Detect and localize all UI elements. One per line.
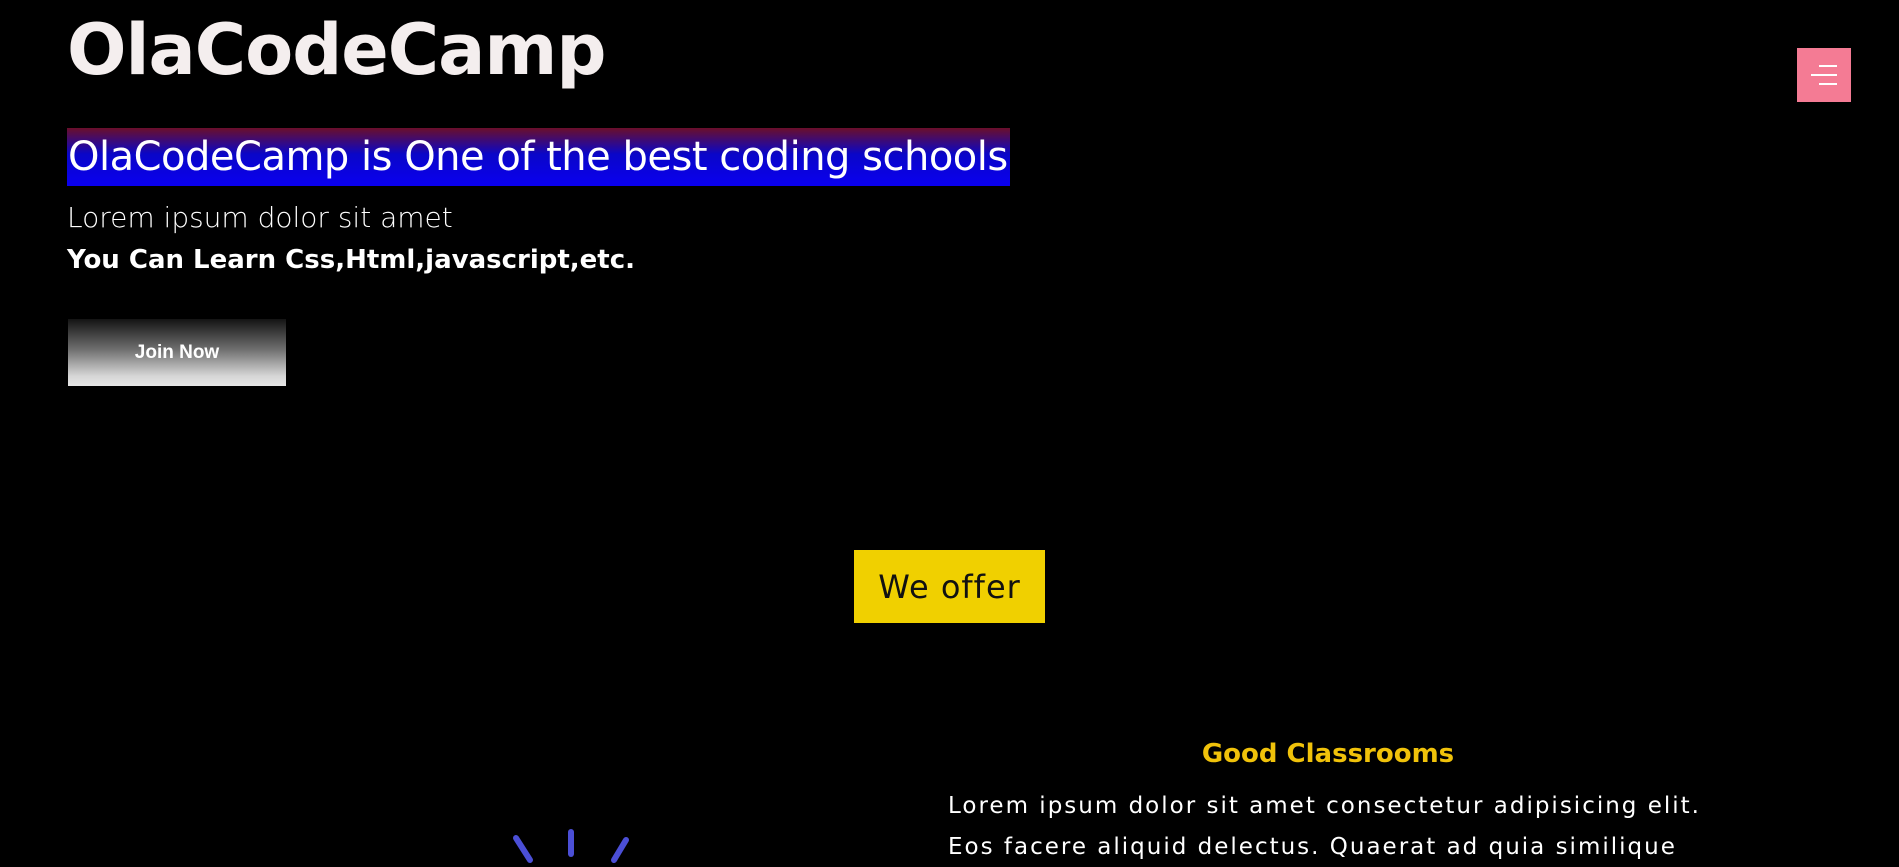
loading-spinner-icon: [513, 829, 629, 863]
feature-good-classrooms: Good Classrooms Lorem ipsum dolor sit am…: [948, 736, 1768, 867]
hero-subtitle: Lorem ipsum dolor sit amet: [67, 201, 453, 234]
feature-description-line: Lorem ipsum dolor sit amet consectetur a…: [948, 793, 1701, 819]
feature-description-line: Eos facere aliquid delectus. Quaerat ad …: [948, 834, 1677, 860]
feature-description: Lorem ipsum dolor sit amet consectetur a…: [948, 786, 1768, 867]
site-title: OlaCodeCamp: [67, 9, 606, 91]
offer-badge: We offer: [854, 550, 1045, 623]
feature-title: Good Classrooms: [1201, 739, 1455, 769]
join-now-button[interactable]: Join Now: [68, 319, 286, 386]
menu-icon: [1811, 65, 1837, 85]
hero-tagline: OlaCodeCamp is One of the best coding sc…: [67, 128, 1010, 186]
hero-learn-text: You Can Learn Css,Html,javascript,etc.: [67, 245, 636, 275]
menu-button[interactable]: [1797, 48, 1851, 102]
page: OlaCodeCamp OlaCodeCamp is One of the be…: [0, 0, 1899, 867]
